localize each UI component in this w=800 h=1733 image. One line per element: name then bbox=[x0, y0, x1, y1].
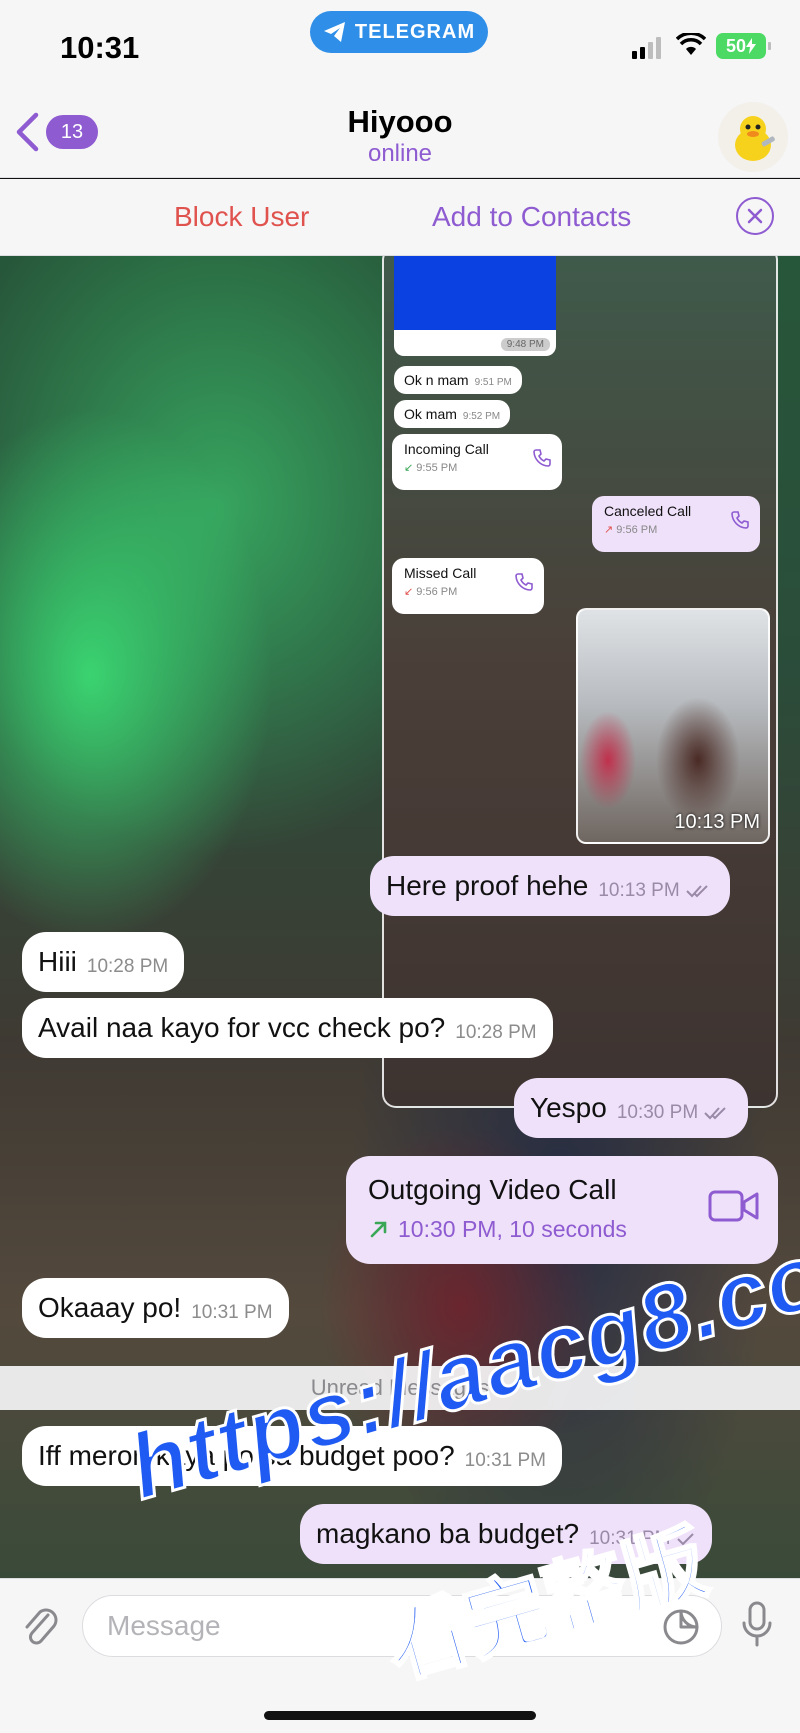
message-time: 10:28 PM bbox=[455, 1022, 537, 1043]
clock: 10:31 bbox=[60, 30, 140, 65]
embedded-call-time: 9:56 PM bbox=[616, 524, 658, 536]
message-text: Here proof hehe bbox=[386, 870, 589, 901]
arrow-in-icon: ↙ bbox=[404, 586, 414, 598]
video-camera-icon[interactable] bbox=[708, 1188, 760, 1224]
embedded-call-time: 9:56 PM bbox=[416, 586, 458, 598]
video-call-detail: 10:30 PM, 10 seconds bbox=[398, 1216, 627, 1242]
battery-level: 50 bbox=[725, 35, 747, 56]
embedded-card-time: 9:48 PM bbox=[500, 338, 550, 351]
embedded-photo-time: 10:13 PM bbox=[674, 811, 760, 833]
message-outgoing[interactable]: Here proof hehe 10:13 PM bbox=[370, 856, 730, 916]
avatar[interactable] bbox=[718, 102, 788, 172]
paperclip-icon[interactable] bbox=[20, 1603, 60, 1651]
embedded-call-label: Incoming Call bbox=[404, 441, 489, 457]
embedded-message-text: Ok n mam bbox=[404, 372, 469, 388]
block-user-button[interactable]: Block User bbox=[174, 201, 309, 233]
message-incoming[interactable]: Avail naa kayo for vcc check po? 10:28 P… bbox=[22, 998, 553, 1058]
embedded-blue-image bbox=[394, 256, 556, 330]
embedded-call-label: Canceled Call bbox=[604, 503, 692, 519]
message-text: Avail naa kayo for vcc check po? bbox=[38, 1012, 446, 1043]
embedded-call-label: Missed Call bbox=[404, 565, 477, 581]
embedded-message-time: 9:52 PM bbox=[462, 411, 501, 422]
telegram-plane-icon bbox=[323, 22, 345, 42]
embedded-message-text: Ok mam bbox=[404, 406, 457, 422]
embedded-image-card: 9:48 PM bbox=[394, 330, 556, 356]
status-bar: 10:31 TELEGRAM 50 bbox=[0, 0, 800, 96]
image-message-screenshot[interactable]: 9:48 PM Ok n mam 9:51 PM Ok mam 9:52 PM In… bbox=[382, 256, 778, 1108]
wifi-icon bbox=[676, 33, 706, 55]
embedded-incoming-call: Incoming Call ↙ 9:55 PM bbox=[392, 434, 562, 490]
phone-icon bbox=[515, 573, 533, 591]
phone-icon bbox=[533, 449, 551, 467]
close-banner-button[interactable] bbox=[736, 197, 774, 235]
arrow-out-icon: ↗ bbox=[604, 524, 614, 536]
charging-bolt-icon bbox=[746, 38, 757, 54]
embedded-canceled-call: Canceled Call ↗ 9:56 PM bbox=[592, 496, 760, 552]
duck-avatar-icon bbox=[735, 116, 775, 161]
embedded-message: Ok n mam 9:51 PM bbox=[394, 366, 522, 394]
close-icon bbox=[747, 208, 763, 224]
contact-action-bar: Block User Add to Contacts bbox=[0, 179, 800, 256]
message-incoming[interactable]: Hiii 10:28 PM bbox=[22, 932, 185, 992]
embedded-call-time: 9:55 PM bbox=[416, 462, 458, 474]
message-time: 10:28 PM bbox=[86, 956, 169, 977]
message-time: 10:30 PM bbox=[616, 1102, 699, 1123]
embedded-missed-call: Missed Call ↙ 9:56 PM bbox=[392, 558, 544, 614]
message-text: Yespo bbox=[530, 1092, 607, 1123]
message-time: 10:31 PM bbox=[464, 1450, 546, 1471]
phone-icon bbox=[731, 511, 749, 529]
telegram-pill[interactable]: TELEGRAM bbox=[310, 11, 488, 53]
microphone-icon[interactable] bbox=[740, 1601, 774, 1651]
embedded-photo: 10:13 PM bbox=[576, 608, 770, 844]
video-call-title: Outgoing Video Call bbox=[368, 1174, 617, 1205]
message-text: Hiii bbox=[38, 946, 77, 977]
chat-title[interactable]: Hiyooo bbox=[0, 104, 800, 140]
arrow-up-right-icon bbox=[370, 1221, 387, 1238]
arrow-in-icon: ↙ bbox=[404, 462, 414, 474]
battery-icon: 50 bbox=[716, 33, 771, 59]
outgoing-video-call[interactable]: Outgoing Video Call 10:30 PM, 10 seconds bbox=[346, 1156, 778, 1264]
message-text: Okaaay po! bbox=[38, 1292, 182, 1323]
chat-header: 13 Hiyooo online bbox=[0, 96, 800, 178]
message-outgoing[interactable]: Yespo 10:30 PM bbox=[514, 1078, 749, 1138]
message-time: 10:31 PM bbox=[191, 1302, 273, 1323]
message-incoming[interactable]: Okaaay po! 10:31 PM bbox=[22, 1278, 289, 1338]
home-indicator bbox=[264, 1711, 536, 1720]
embedded-message: Ok mam 9:52 PM bbox=[394, 400, 511, 428]
chat-status: online bbox=[367, 140, 433, 167]
double-check-icon bbox=[704, 1107, 726, 1120]
signal-icon bbox=[632, 37, 661, 59]
embedded-message-time: 9:51 PM bbox=[474, 377, 512, 388]
message-time: 10:13 PM bbox=[598, 880, 680, 901]
telegram-pill-label: TELEGRAM bbox=[354, 20, 476, 43]
double-check-icon bbox=[685, 885, 708, 898]
add-to-contacts-button[interactable]: Add to Contacts bbox=[432, 201, 631, 233]
